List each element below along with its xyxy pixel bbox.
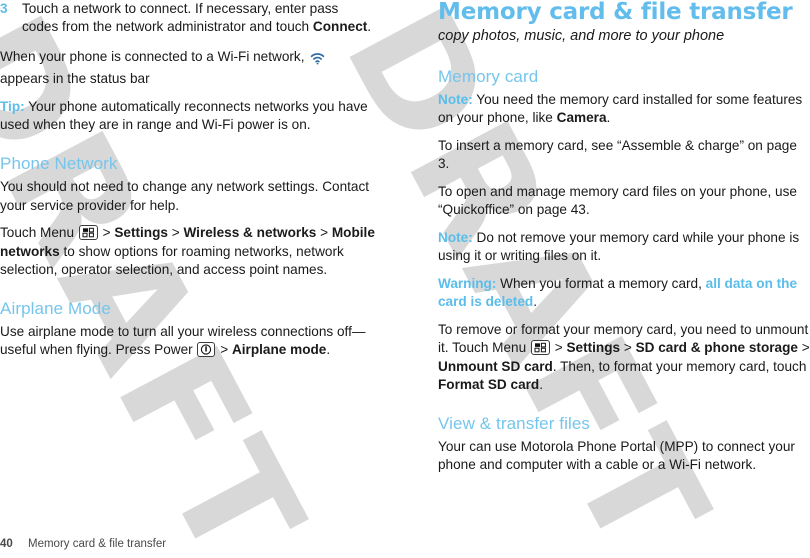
airplane-text-2: >: [216, 342, 232, 358]
paragraph-tip: Tip: Your phone automatically reconnects…: [0, 98, 375, 135]
note-bold-camera: Camera: [556, 110, 607, 126]
unmount-text-2: >: [550, 340, 567, 356]
note-label-1: Note:: [438, 91, 473, 107]
manual-page: 3 Touch a network to connect. If necessa…: [0, 0, 810, 558]
page-subtitle: copy photos, music, and more to your pho…: [438, 28, 725, 45]
unmount-bold-unmount-sd-card: Unmount SD card: [438, 358, 553, 374]
airplane-text-3: .: [326, 342, 331, 358]
section-heading-phone-network: Phone Network: [0, 153, 118, 173]
unmount-text-6: .: [539, 377, 544, 393]
paragraph-note-2: Note: Do not remove your memory card whi…: [438, 229, 810, 266]
note-label-2: Note:: [438, 229, 473, 245]
unmount-bold-sd-card-storage: SD card & phone storage: [635, 340, 798, 356]
wifi-text-before: When your phone is connected to a Wi-Fi …: [0, 48, 309, 64]
tip-label: Tip:: [0, 98, 25, 114]
warning-text-1: When you format a memory card,: [496, 275, 706, 291]
paragraph-view-transfer-1: Your can use Motorola Phone Portal (MPP)…: [438, 438, 795, 473]
running-head: Memory card & file transfer: [28, 538, 167, 550]
power-icon: [197, 342, 216, 358]
step-number: 3: [0, 1, 8, 16]
paragraph-insert-card: To insert a memory card, see “Assemble &…: [438, 137, 797, 172]
menu-icon: [78, 225, 98, 241]
paragraph-airplane-mode: Use airplane mode to turn all your wirel…: [0, 323, 375, 360]
step-bold-connect: Connect: [312, 19, 368, 35]
note-text-1b: .: [606, 110, 611, 126]
paragraph-phone-network-1: You should not need to change any networ…: [0, 179, 370, 213]
page-number: 40: [0, 538, 13, 550]
left-column: 3 Touch a network to connect. If necessa…: [0, 0, 375, 360]
note-text-2: Do not remove your memory card while you…: [438, 229, 800, 264]
path-text-2: >: [98, 225, 115, 241]
path-text-1: Touch Menu: [0, 225, 78, 241]
numbered-step-3: 3 Touch a network to connect. If necessa…: [0, 0, 375, 37]
paragraph-unmount-path: To remove or format your memory card, yo…: [438, 321, 810, 395]
airplane-bold-mode: Airplane mode: [231, 342, 327, 358]
path-bold-settings: Settings: [114, 225, 168, 241]
step-text-before: Touch a network to connect. If necessary…: [22, 1, 339, 35]
path-text-4: >: [316, 225, 332, 241]
page-title: Memory card & file transfer: [438, 0, 793, 25]
path-bold-wireless-networks: Wireless & networks: [183, 225, 317, 241]
warning-text-2: .: [533, 294, 537, 310]
note-text-1a: You need the memory card installed for s…: [438, 91, 803, 126]
section-heading-view-transfer-files: View & transfer files: [438, 413, 591, 433]
unmount-text-5: . Then, to format your memory card, touc…: [552, 358, 807, 374]
menu-icon: [530, 340, 550, 356]
paragraph-wifi-status: When your phone is connected to a Wi-Fi …: [0, 48, 375, 89]
step-text-after: .: [367, 19, 372, 35]
paragraph-warning: Warning: When you format a memory card, …: [438, 275, 810, 312]
unmount-text-4: >: [797, 340, 810, 356]
unmount-text-3: >: [620, 340, 636, 356]
unmount-bold-settings: Settings: [566, 340, 621, 356]
page-footer: 40 Memory card & file transfer: [0, 538, 810, 550]
step-text: Touch a network to connect. If necessary…: [22, 0, 375, 37]
right-column: Memory card & file transfer copy photos,…: [438, 0, 810, 475]
path-text-3: >: [167, 225, 184, 241]
wifi-text-after: appears in the status bar: [0, 71, 150, 87]
unmount-bold-format-sd-card: Format SD card: [438, 377, 540, 393]
paragraph-phone-network-path: Touch Menu > Settings > Wireless & netwo…: [0, 224, 375, 279]
tip-text: Your phone automatically reconnects netw…: [0, 98, 368, 133]
warning-label: Warning:: [438, 275, 497, 291]
section-heading-memory-card: Memory card: [438, 66, 539, 86]
wifi-icon: [310, 52, 325, 70]
section-heading-airplane-mode: Airplane Mode: [0, 298, 111, 318]
paragraph-open-manage: To open and manage memory card files on …: [438, 183, 797, 218]
paragraph-note-1: Note: You need the memory card installed…: [438, 91, 810, 128]
